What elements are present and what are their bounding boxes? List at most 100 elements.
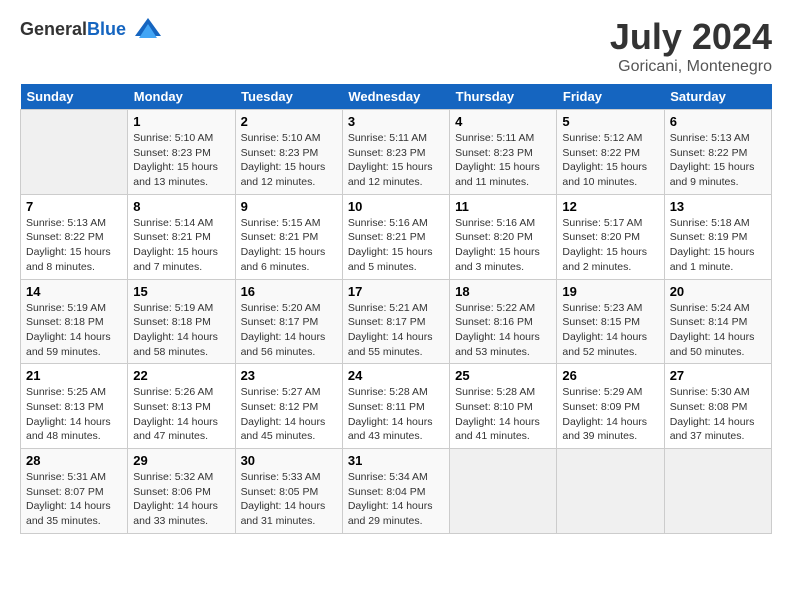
- day-info: Sunrise: 5:13 AMSunset: 8:22 PMDaylight:…: [670, 132, 755, 188]
- day-number: 6: [670, 114, 766, 129]
- day-number: 28: [26, 453, 122, 468]
- calendar-cell: 9 Sunrise: 5:15 AMSunset: 8:21 PMDaylight…: [235, 194, 342, 279]
- day-number: 9: [241, 199, 337, 214]
- day-number: 5: [562, 114, 658, 129]
- day-info: Sunrise: 5:10 AMSunset: 8:23 PMDaylight:…: [133, 132, 218, 188]
- day-number: 3: [348, 114, 444, 129]
- calendar-week-0: 1 Sunrise: 5:10 AMSunset: 8:23 PMDaylight…: [21, 110, 772, 195]
- calendar-cell: 31Sunrise: 5:34 AMSunset: 8:04 PMDayligh…: [342, 449, 449, 534]
- day-number: 19: [562, 284, 658, 299]
- logo-icon: [133, 16, 163, 46]
- calendar-cell: 8Sunrise: 5:14 AMSunset: 8:21 PMDaylight…: [128, 194, 235, 279]
- day-number: 29: [133, 453, 229, 468]
- day-number: 24: [348, 368, 444, 383]
- col-tuesday: Tuesday: [235, 84, 342, 110]
- calendar-cell: 21 Sunrise: 5:25 AMSunset: 8:13 PMDayligh…: [21, 364, 128, 449]
- day-number: 4: [455, 114, 551, 129]
- calendar-cell: 29 Sunrise: 5:32 AMSunset: 8:06 PMDayligh…: [128, 449, 235, 534]
- day-number: 11: [455, 199, 551, 214]
- day-number: 12: [562, 199, 658, 214]
- calendar-cell: 30 Sunrise: 5:33 AMSunset: 8:05 PMDayligh…: [235, 449, 342, 534]
- day-info: Sunrise: 5:27 AMSunset: 8:12 PMDaylight:…: [241, 386, 326, 442]
- day-info: Sunrise: 5:19 AMSunset: 8:18 PMDaylight:…: [133, 302, 218, 358]
- day-info: Sunrise: 5:32 AMSunset: 8:06 PMDaylight:…: [133, 471, 218, 527]
- day-number: 2: [241, 114, 337, 129]
- day-info: Sunrise: 5:28 AMSunset: 8:11 PMDaylight:…: [348, 386, 433, 442]
- calendar-cell: 19 Sunrise: 5:23 AMSunset: 8:15 PMDayligh…: [557, 279, 664, 364]
- calendar-cell: 25 Sunrise: 5:28 AMSunset: 8:10 PMDayligh…: [450, 364, 557, 449]
- calendar-week-3: 21 Sunrise: 5:25 AMSunset: 8:13 PMDayligh…: [21, 364, 772, 449]
- calendar-cell: 18Sunrise: 5:22 AMSunset: 8:16 PMDayligh…: [450, 279, 557, 364]
- day-info: Sunrise: 5:30 AMSunset: 8:08 PMDaylight:…: [670, 386, 755, 442]
- day-info: Sunrise: 5:10 AMSunset: 8:23 PMDaylight:…: [241, 132, 326, 188]
- day-number: 30: [241, 453, 337, 468]
- col-monday: Monday: [128, 84, 235, 110]
- calendar-cell: 14Sunrise: 5:19 AMSunset: 8:18 PMDayligh…: [21, 279, 128, 364]
- header: GeneralBlue July 2024 Goricani, Monteneg…: [20, 16, 772, 76]
- calendar-table: Sunday Monday Tuesday Wednesday Thursday…: [20, 84, 772, 534]
- calendar-cell: 4 Sunrise: 5:11 AMSunset: 8:23 PMDaylight…: [450, 110, 557, 195]
- day-info: Sunrise: 5:33 AMSunset: 8:05 PMDaylight:…: [241, 471, 326, 527]
- day-info: Sunrise: 5:34 AMSunset: 8:04 PMDaylight:…: [348, 471, 433, 527]
- calendar-cell: 1 Sunrise: 5:10 AMSunset: 8:23 PMDaylight…: [128, 110, 235, 195]
- day-info: Sunrise: 5:13 AMSunset: 8:22 PMDaylight:…: [26, 217, 111, 273]
- title-block: July 2024 Goricani, Montenegro: [610, 16, 772, 76]
- day-info: Sunrise: 5:17 AMSunset: 8:20 PMDaylight:…: [562, 217, 647, 273]
- day-info: Sunrise: 5:28 AMSunset: 8:10 PMDaylight:…: [455, 386, 540, 442]
- calendar-week-2: 14 Sunrise: 5:19 AMSunset: 8:18 PMDayligh…: [21, 279, 772, 364]
- day-number: 27: [670, 368, 766, 383]
- calendar-week-1: 7 Sunrise: 5:13 AMSunset: 8:22 PMDaylight…: [21, 194, 772, 279]
- calendar-cell: 12 Sunrise: 5:17 AMSunset: 8:20 PMDayligh…: [557, 194, 664, 279]
- day-info: Sunrise: 5:11 AMSunset: 8:23 PMDaylight:…: [455, 132, 540, 188]
- calendar-cell: 3 Sunrise: 5:11 AMSunset: 8:23 PMDaylight…: [342, 110, 449, 195]
- day-number: 20: [670, 284, 766, 299]
- day-number: 14: [26, 284, 122, 299]
- day-number: 23: [241, 368, 337, 383]
- day-info: Sunrise: 5:16 AMSunset: 8:20 PMDaylight:…: [455, 217, 540, 273]
- calendar-cell: 23 Sunrise: 5:27 AMSunset: 8:12 PMDayligh…: [235, 364, 342, 449]
- day-number: 15: [133, 284, 229, 299]
- col-sunday: Sunday: [21, 84, 128, 110]
- calendar-cell: 24 Sunrise: 5:28 AMSunset: 8:11 PMDayligh…: [342, 364, 449, 449]
- day-info: Sunrise: 5:29 AMSunset: 8:09 PMDaylight:…: [562, 386, 647, 442]
- day-number: 26: [562, 368, 658, 383]
- day-info: Sunrise: 5:25 AMSunset: 8:13 PMDaylight:…: [26, 386, 111, 442]
- col-wednesday: Wednesday: [342, 84, 449, 110]
- calendar-header: Sunday Monday Tuesday Wednesday Thursday…: [21, 84, 772, 110]
- calendar-cell: 13Sunrise: 5:18 AMSunset: 8:19 PMDayligh…: [664, 194, 771, 279]
- calendar-week-4: 28 Sunrise: 5:31 AMSunset: 8:07 PMDayligh…: [21, 449, 772, 534]
- col-friday: Friday: [557, 84, 664, 110]
- day-number: 1: [133, 114, 229, 129]
- day-number: 7: [26, 199, 122, 214]
- day-number: 21: [26, 368, 122, 383]
- main-title: July 2024: [610, 16, 772, 58]
- calendar-cell: 7 Sunrise: 5:13 AMSunset: 8:22 PMDaylight…: [21, 194, 128, 279]
- day-info: Sunrise: 5:18 AMSunset: 8:19 PMDaylight:…: [670, 217, 755, 273]
- subtitle: Goricani, Montenegro: [610, 58, 772, 76]
- day-number: 25: [455, 368, 551, 383]
- col-thursday: Thursday: [450, 84, 557, 110]
- day-info: Sunrise: 5:11 AMSunset: 8:23 PMDaylight:…: [348, 132, 433, 188]
- day-number: 16: [241, 284, 337, 299]
- calendar-cell: 16Sunrise: 5:20 AMSunset: 8:17 PMDayligh…: [235, 279, 342, 364]
- calendar-cell: 17 Sunrise: 5:21 AMSunset: 8:17 PMDayligh…: [342, 279, 449, 364]
- day-info: Sunrise: 5:12 AMSunset: 8:22 PMDaylight:…: [562, 132, 647, 188]
- day-info: Sunrise: 5:22 AMSunset: 8:16 PMDaylight:…: [455, 302, 540, 358]
- day-info: Sunrise: 5:24 AMSunset: 8:14 PMDaylight:…: [670, 302, 755, 358]
- day-number: 8: [133, 199, 229, 214]
- day-info: Sunrise: 5:21 AMSunset: 8:17 PMDaylight:…: [348, 302, 433, 358]
- calendar-cell: [450, 449, 557, 534]
- calendar-cell: 2 Sunrise: 5:10 AMSunset: 8:23 PMDaylight…: [235, 110, 342, 195]
- logo-general: General: [20, 19, 87, 39]
- calendar-cell: 22 Sunrise: 5:26 AMSunset: 8:13 PMDayligh…: [128, 364, 235, 449]
- day-info: Sunrise: 5:23 AMSunset: 8:15 PMDaylight:…: [562, 302, 647, 358]
- day-info: Sunrise: 5:31 AMSunset: 8:07 PMDaylight:…: [26, 471, 111, 527]
- day-info: Sunrise: 5:15 AMSunset: 8:21 PMDaylight:…: [241, 217, 326, 273]
- day-info: Sunrise: 5:26 AMSunset: 8:13 PMDaylight:…: [133, 386, 218, 442]
- calendar-cell: 10Sunrise: 5:16 AMSunset: 8:21 PMDayligh…: [342, 194, 449, 279]
- day-number: 17: [348, 284, 444, 299]
- calendar-cell: 15 Sunrise: 5:19 AMSunset: 8:18 PMDayligh…: [128, 279, 235, 364]
- calendar-cell: [664, 449, 771, 534]
- day-number: 22: [133, 368, 229, 383]
- calendar-cell: 20 Sunrise: 5:24 AMSunset: 8:14 PMDayligh…: [664, 279, 771, 364]
